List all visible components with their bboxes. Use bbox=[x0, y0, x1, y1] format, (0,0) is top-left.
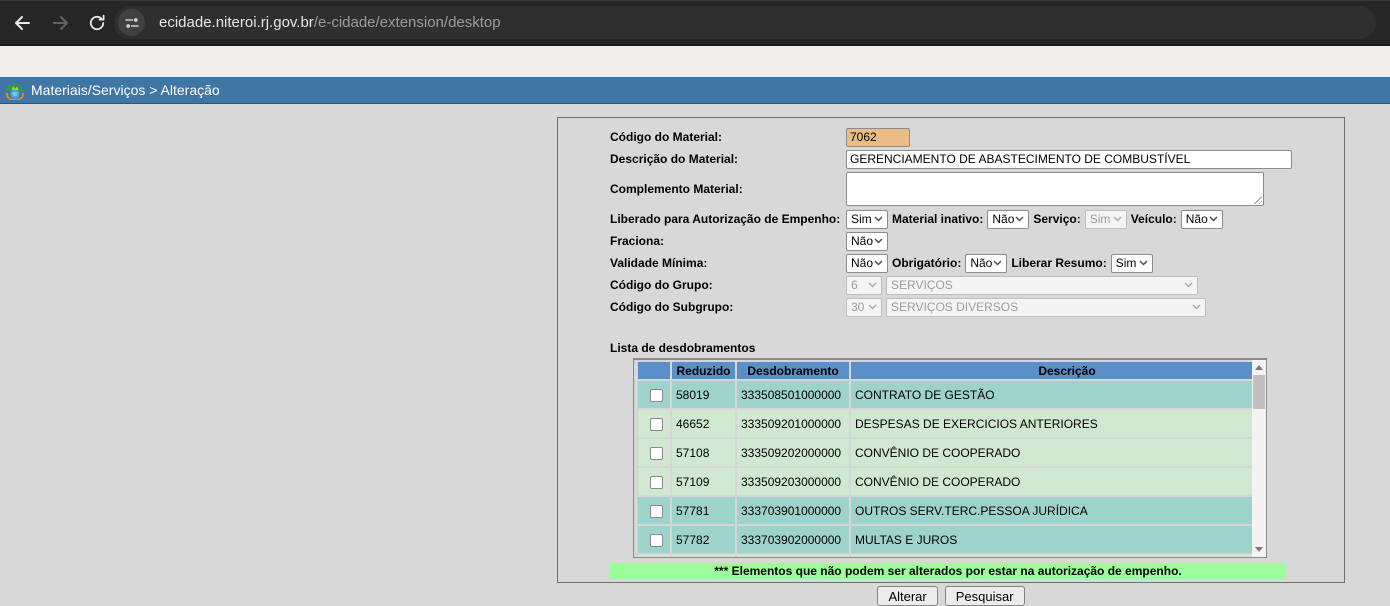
row-checkbox[interactable] bbox=[650, 476, 663, 489]
chevron-down-icon bbox=[1184, 282, 1193, 288]
row-checkbox[interactable] bbox=[650, 505, 663, 518]
field-row-validade: Validade Mínima: Não Obrigatório: Não Li… bbox=[610, 252, 1344, 274]
table-row: 57109 333509203000000 CONVÊNIO DE COOPER… bbox=[638, 468, 1267, 495]
back-arrow-icon bbox=[12, 13, 32, 33]
veiculo-select[interactable]: Não bbox=[1181, 210, 1223, 229]
chevron-down-icon bbox=[874, 260, 883, 266]
desdobramentos-table: Reduzido Desdobramento Descrição 58019 3… bbox=[636, 360, 1267, 558]
obrigatorio-select[interactable]: Não bbox=[965, 254, 1007, 273]
fraciona-label: Fraciona: bbox=[610, 234, 846, 248]
table-row: 57781 333703901000000 OUTROS SERV.TERC.P… bbox=[638, 497, 1267, 524]
table-row-partial bbox=[638, 555, 1267, 558]
scrollbar-down-arrow-icon[interactable] bbox=[1252, 543, 1266, 557]
browser-toolbar: ecidade.niteroi.rj.gov.br/e-cidade/exten… bbox=[0, 0, 1390, 46]
table-scrollbar[interactable] bbox=[1252, 360, 1266, 557]
servico-select-disabled: Sim bbox=[1085, 210, 1127, 229]
validade-minima-label: Validade Mínima: bbox=[610, 256, 846, 270]
field-row-subgrupo: Código do Subgrupo: 30 SERVIÇOS DIVERSOS bbox=[610, 296, 1344, 318]
grupo-name-select-disabled: SERVIÇOS bbox=[886, 276, 1198, 295]
address-bar[interactable]: ecidade.niteroi.rj.gov.br/e-cidade/exten… bbox=[114, 6, 1376, 39]
table-row: 57782 333703902000000 MULTAS E JUROS bbox=[638, 526, 1267, 553]
table-row: 57108 333509202000000 CONVÊNIO DE COOPER… bbox=[638, 439, 1267, 466]
veiculo-label: Veículo: bbox=[1131, 212, 1177, 226]
chevron-down-icon bbox=[1015, 216, 1024, 222]
field-row-flags: Liberado para Autorização de Empenho: Si… bbox=[610, 208, 1344, 230]
complemento-material-label: Complemento Material: bbox=[610, 182, 846, 196]
site-settings-icon bbox=[125, 16, 139, 30]
chevron-down-icon bbox=[1113, 216, 1122, 222]
back-button[interactable] bbox=[11, 12, 33, 34]
obrigatorio-label: Obrigatório: bbox=[892, 256, 961, 270]
subgrupo-name-select-disabled: SERVIÇOS DIVERSOS bbox=[886, 298, 1206, 317]
codigo-subgrupo-label: Código do Subgrupo: bbox=[610, 300, 846, 314]
codigo-material-label: Código do Material: bbox=[610, 130, 846, 144]
site-info-button[interactable] bbox=[118, 9, 145, 36]
chevron-down-icon bbox=[868, 304, 877, 310]
table-row: 58019 333508501000000 CONTRATO DE GESTÃO bbox=[638, 381, 1267, 408]
liberado-empenho-label: Liberado para Autorização de Empenho: bbox=[610, 212, 846, 226]
table-row: 46652 333509201000000 DESPESAS DE EXERCI… bbox=[638, 410, 1267, 437]
chevron-down-icon bbox=[874, 216, 883, 222]
row-checkbox[interactable] bbox=[650, 389, 663, 402]
field-row-descricao-material: Descrição do Material: bbox=[610, 148, 1344, 170]
complemento-material-textarea[interactable] bbox=[846, 172, 1264, 206]
servico-label: Serviço: bbox=[1033, 212, 1080, 226]
descricao-material-input[interactable] bbox=[846, 150, 1292, 169]
chevron-down-icon bbox=[1209, 216, 1218, 222]
row-checkbox[interactable] bbox=[650, 418, 663, 431]
pesquisar-button[interactable]: Pesquisar bbox=[945, 586, 1025, 606]
desdobramentos-title: Lista de desdobramentos bbox=[610, 341, 1344, 355]
codigo-material-input[interactable] bbox=[846, 128, 910, 147]
url-path: /e-cidade/extension/desktop bbox=[314, 14, 501, 31]
chevron-down-icon bbox=[1139, 260, 1148, 266]
chevron-down-icon bbox=[993, 260, 1002, 266]
grupo-code-select-disabled: 6 bbox=[846, 276, 882, 295]
scrollbar-thumb[interactable] bbox=[1253, 375, 1265, 409]
page-top-strip bbox=[0, 46, 1390, 77]
reload-icon bbox=[87, 13, 107, 33]
field-row-fraciona: Fraciona: Não bbox=[610, 230, 1344, 252]
chevron-down-icon bbox=[874, 238, 883, 244]
codigo-grupo-label: Código do Grupo: bbox=[610, 278, 846, 292]
row-checkbox[interactable] bbox=[650, 534, 663, 547]
alterar-button[interactable]: Alterar bbox=[877, 586, 937, 606]
url-domain: ecidade.niteroi.rj.gov.br bbox=[159, 14, 314, 31]
breadcrumb: Materiais/Serviços > Alteração bbox=[31, 82, 220, 98]
liberado-empenho-select[interactable]: Sim bbox=[846, 210, 888, 229]
ecidade-logo-icon bbox=[5, 81, 25, 100]
row-checkbox[interactable] bbox=[650, 447, 663, 460]
fraciona-select[interactable]: Não bbox=[846, 232, 888, 251]
reload-button[interactable] bbox=[86, 12, 108, 34]
material-inativo-select[interactable]: Não bbox=[987, 210, 1029, 229]
action-button-row: Alterar Pesquisar bbox=[557, 586, 1345, 606]
module-title-bar: Materiais/Serviços > Alteração bbox=[0, 77, 1390, 104]
desdobramento-column-header: Desdobramento bbox=[737, 362, 849, 379]
desdobramentos-table-container: Reduzido Desdobramento Descrição 58019 3… bbox=[633, 358, 1267, 558]
forward-arrow-icon bbox=[51, 13, 71, 33]
liberar-resumo-select[interactable]: Sim bbox=[1111, 254, 1153, 273]
liberar-resumo-label: Liberar Resumo: bbox=[1011, 256, 1106, 270]
url-text[interactable]: ecidade.niteroi.rj.gov.br/e-cidade/exten… bbox=[159, 14, 501, 31]
field-row-codigo-material: Código do Material: bbox=[610, 126, 1344, 148]
subgrupo-code-select-disabled: 30 bbox=[846, 298, 882, 317]
field-row-complemento-material: Complemento Material: bbox=[610, 172, 1344, 206]
reduzido-column-header: Reduzido bbox=[672, 362, 735, 379]
chevron-down-icon bbox=[868, 282, 877, 288]
descricao-material-label: Descrição do Material: bbox=[610, 152, 846, 166]
checkbox-column-header bbox=[638, 362, 670, 379]
descricao-column-header: Descrição bbox=[851, 362, 1267, 379]
forward-button[interactable] bbox=[50, 12, 72, 34]
empenho-notice: *** Elementos que não podem ser alterado… bbox=[610, 563, 1286, 579]
table-header-row: Reduzido Desdobramento Descrição bbox=[638, 362, 1267, 379]
material-form-panel: Código do Material: Descrição do Materia… bbox=[557, 117, 1345, 583]
validade-minima-select[interactable]: Não bbox=[846, 254, 888, 273]
field-row-grupo: Código do Grupo: 6 SERVIÇOS bbox=[610, 274, 1344, 296]
material-inativo-label: Material inativo: bbox=[892, 212, 983, 226]
scrollbar-up-arrow-icon[interactable] bbox=[1252, 360, 1266, 374]
chevron-down-icon bbox=[1192, 304, 1201, 310]
